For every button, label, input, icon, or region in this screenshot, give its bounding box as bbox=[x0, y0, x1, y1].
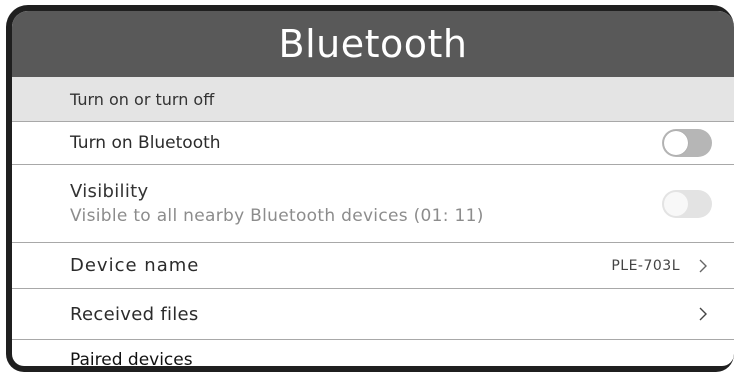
device-frame: Bluetooth Turn on or turn off Turn on Bl… bbox=[6, 5, 734, 372]
visibility-subtitle: Visible to all nearby Bluetooth devices … bbox=[70, 206, 484, 226]
section-label: Turn on or turn off bbox=[70, 89, 215, 109]
device-name-value-group: PLE-703L bbox=[611, 257, 712, 275]
screen: Bluetooth Turn on or turn off Turn on Bl… bbox=[12, 11, 734, 366]
bluetooth-toggle[interactable] bbox=[662, 129, 712, 157]
section-header: Turn on or turn off bbox=[12, 77, 734, 122]
visibility-toggle[interactable] bbox=[662, 189, 712, 218]
paired-devices-label: Paired devices bbox=[70, 350, 193, 366]
title-bar: Bluetooth bbox=[12, 11, 734, 77]
turn-on-bluetooth-label: Turn on Bluetooth bbox=[70, 133, 221, 153]
visibility-label: Visibility bbox=[70, 181, 149, 202]
chevron-right-icon bbox=[694, 305, 712, 323]
device-name-row[interactable]: Device name PLE-703L bbox=[12, 243, 734, 289]
visibility-row[interactable]: Visibility Visible to all nearby Bluetoo… bbox=[12, 165, 734, 243]
toggle-knob bbox=[664, 191, 688, 216]
received-files-row[interactable]: Received files bbox=[12, 289, 734, 340]
device-name-value: PLE-703L bbox=[611, 257, 680, 274]
paired-devices-row[interactable]: Paired devices bbox=[12, 340, 734, 366]
toggle-knob bbox=[664, 131, 688, 155]
chevron-right-icon bbox=[694, 257, 712, 275]
device-name-label: Device name bbox=[70, 255, 200, 276]
received-files-label: Received files bbox=[70, 303, 199, 325]
page-title: Bluetooth bbox=[278, 22, 468, 66]
turn-on-bluetooth-row[interactable]: Turn on Bluetooth bbox=[12, 122, 734, 165]
